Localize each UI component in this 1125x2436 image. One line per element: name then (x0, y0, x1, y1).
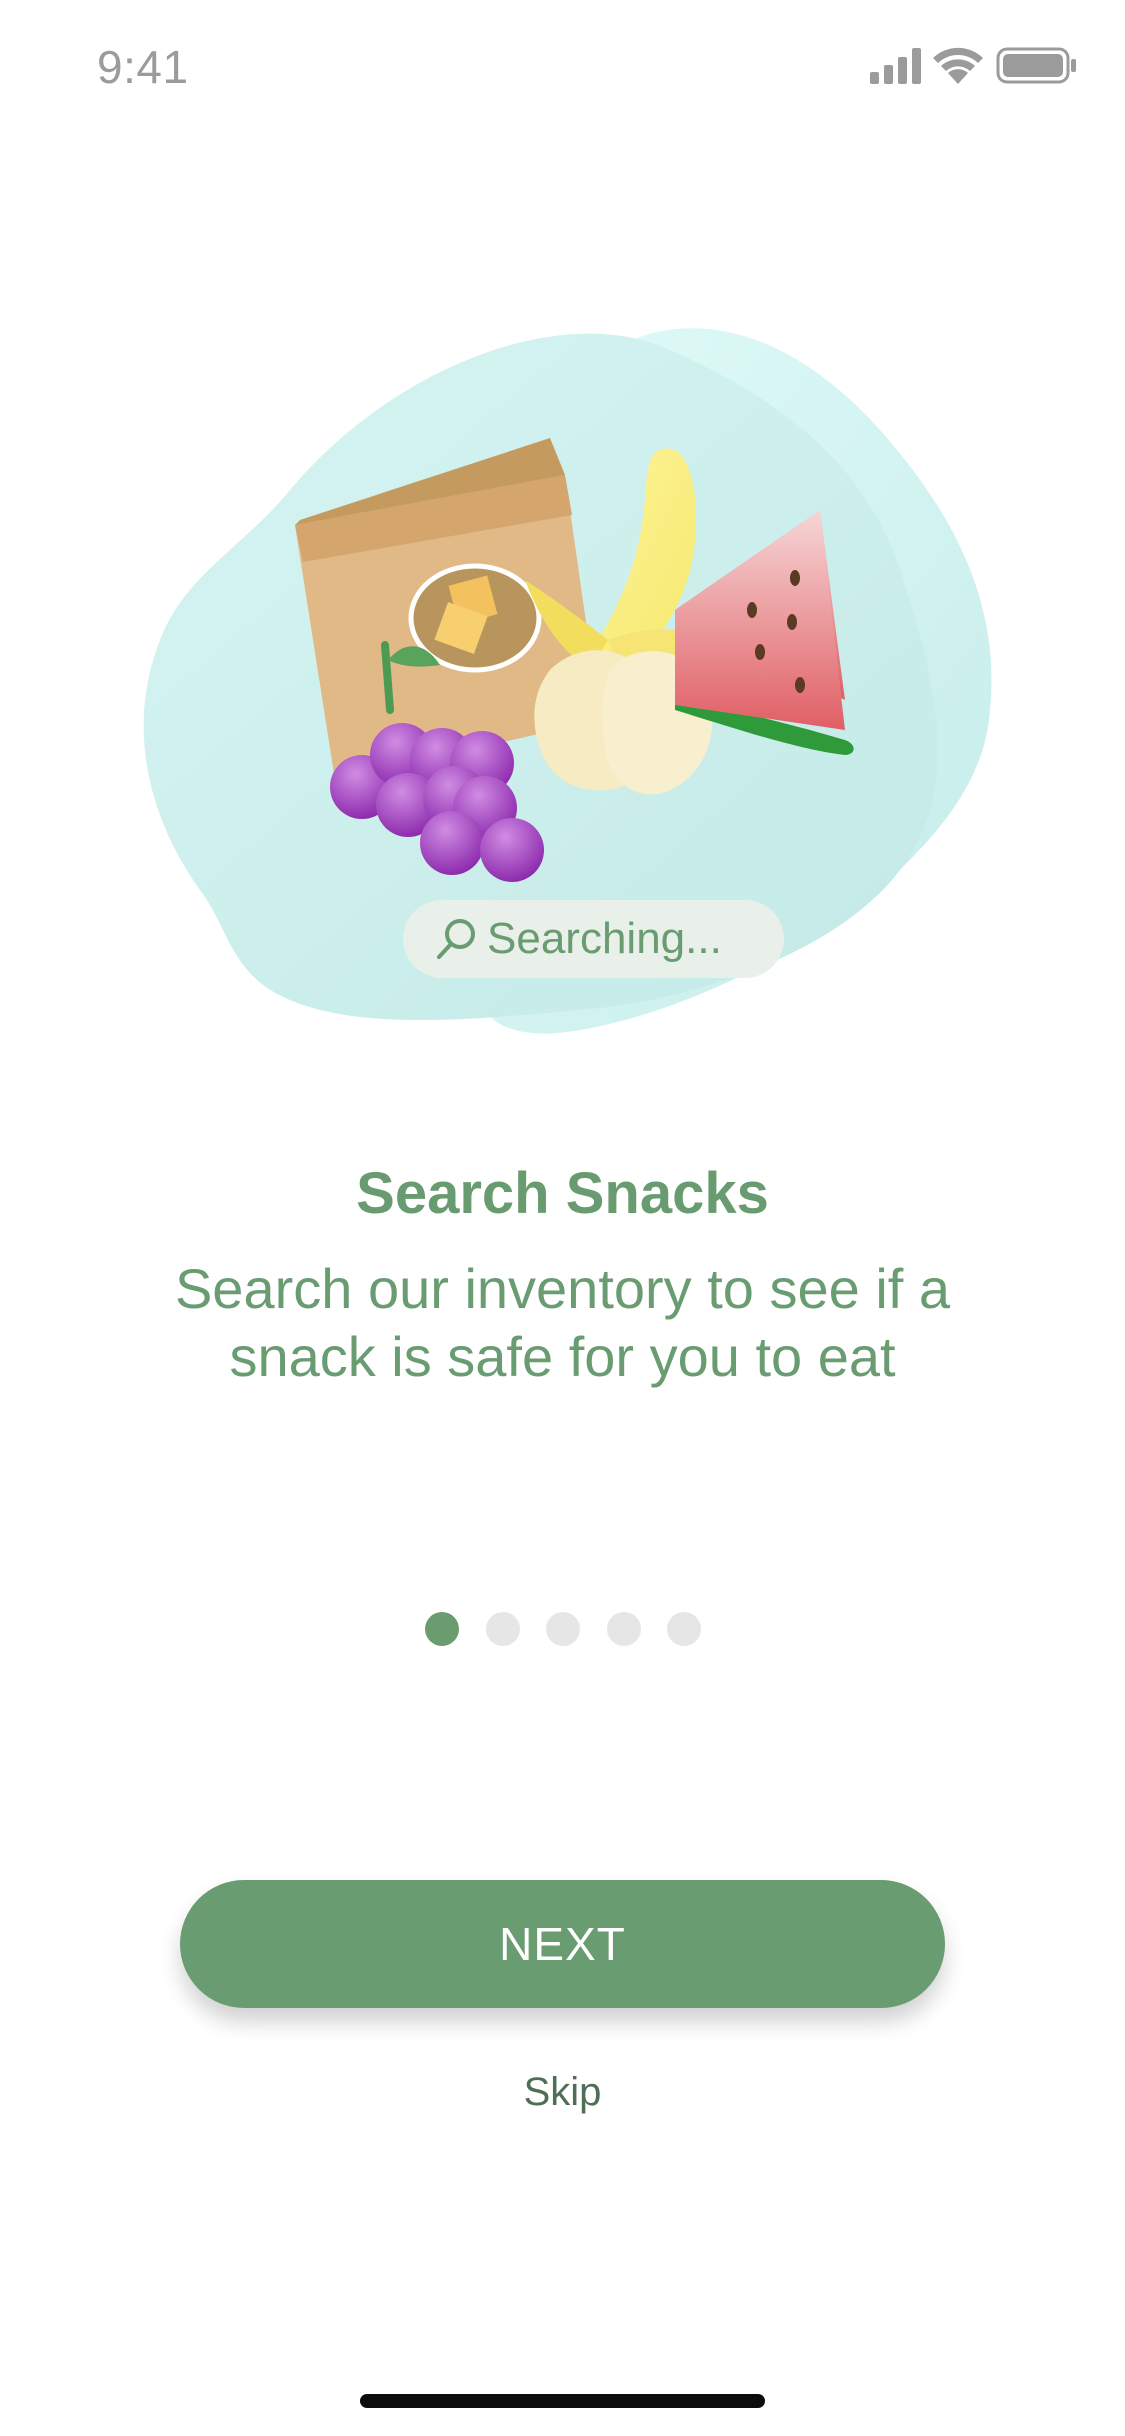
page-dot (606, 1612, 641, 1646)
status-bar: 9:41 (0, 0, 1125, 132)
status-time: 9:41 (97, 41, 189, 93)
page-indicator (425, 1612, 701, 1646)
page-dot (667, 1612, 701, 1646)
page-dot (485, 1612, 520, 1646)
searching-pill: Searching... (403, 900, 784, 978)
status-icons (870, 47, 1076, 84)
onboarding-title: Search Snacks (356, 1161, 769, 1226)
next-button[interactable]: NEXT (180, 1880, 945, 2008)
skip-link[interactable]: Skip (0, 2070, 1125, 2115)
home-indicator[interactable] (360, 2394, 765, 2408)
searching-label: Searching... (487, 914, 722, 963)
battery-icon (996, 47, 1076, 84)
search-icon (437, 919, 475, 959)
page-dot (546, 1612, 580, 1646)
wifi-icon (933, 47, 983, 84)
page-dot-active (425, 1612, 459, 1646)
onboarding-subtitle: Search our inventory to see if a snack i… (174, 1257, 951, 1388)
cellular-signal-icon (870, 48, 921, 84)
